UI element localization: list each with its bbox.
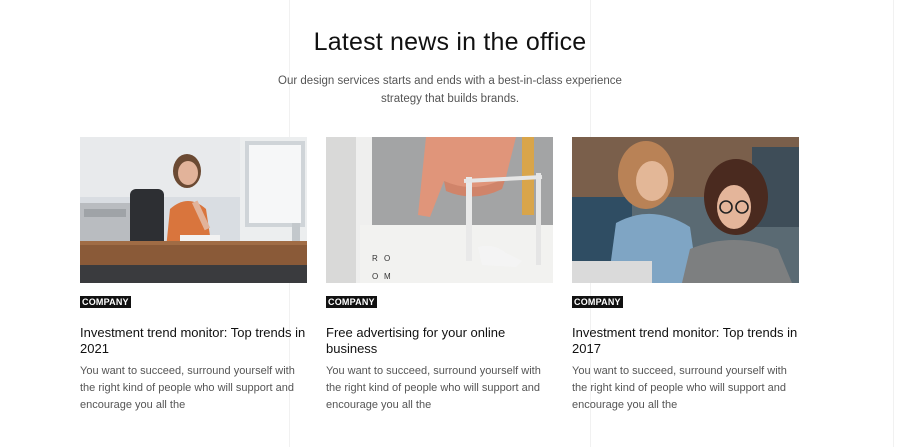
- article-excerpt: You want to succeed, surround yourself w…: [80, 365, 295, 411]
- section-title: Latest news in the office: [313, 28, 587, 56]
- article-title[interactable]: Investment trend monitor: Top trends in …: [80, 325, 307, 357]
- image-letter: O: [372, 272, 378, 281]
- two-women-laptop-photo: [572, 137, 799, 283]
- category-badge[interactable]: COMPANY: [326, 296, 377, 308]
- section-subtitle: Our design services starts and ends with…: [0, 72, 900, 108]
- image-letter: R: [372, 254, 378, 263]
- news-card[interactable]: COMPANY Investment trend monitor: Top tr…: [80, 137, 307, 414]
- category-badge[interactable]: COMPANY: [572, 296, 623, 308]
- woman-at-desk-photo: [80, 137, 307, 283]
- article-title[interactable]: Investment trend monitor: Top trends in …: [572, 325, 799, 357]
- article-image-link[interactable]: [80, 137, 307, 283]
- article-image-link[interactable]: R O O M: [326, 137, 553, 283]
- article-title[interactable]: Free advertising for your online busines…: [326, 325, 553, 357]
- column-guide-line: [893, 0, 894, 447]
- subtitle-line: Our design services starts and ends with…: [278, 75, 622, 87]
- image-letter: O: [384, 254, 390, 263]
- news-card[interactable]: COMPANY Investment trend monitor: Top tr…: [572, 137, 799, 414]
- article-excerpt: You want to succeed, surround yourself w…: [326, 365, 541, 411]
- article-excerpt: You want to succeed, surround yourself w…: [572, 365, 787, 411]
- article-image-link[interactable]: [572, 137, 799, 283]
- news-card[interactable]: R O O M COMPANY Free advertising for you…: [326, 137, 553, 414]
- office-stool-photo: R O O M: [326, 137, 553, 283]
- subtitle-line: strategy that builds brands.: [380, 93, 520, 105]
- category-badge[interactable]: COMPANY: [80, 296, 131, 308]
- image-letter: M: [384, 272, 391, 281]
